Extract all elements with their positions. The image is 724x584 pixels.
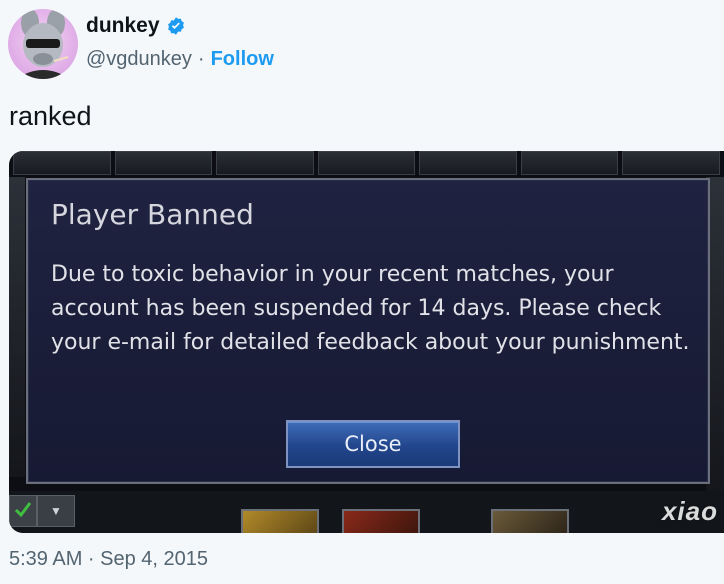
dialog-title: Player Banned: [51, 198, 254, 231]
handle[interactable]: @vgdunkey: [86, 48, 192, 71]
tile: [13, 151, 111, 175]
author-block: dunkey @vgdunkey · Follow: [86, 12, 274, 71]
tile: [419, 151, 517, 175]
champion-portrait[interactable]: [241, 509, 319, 533]
dialog-message: Due to toxic behavior in your recent mat…: [51, 262, 690, 355]
tweet-text: ranked: [9, 101, 92, 131]
background-tiles: [9, 151, 724, 175]
follow-button[interactable]: Follow: [211, 48, 274, 71]
dropdown-toggle[interactable]: ▼: [37, 495, 75, 527]
player-banned-dialog: Player Banned Due to toxic behavior in y…: [26, 178, 710, 484]
tile: [317, 151, 416, 175]
display-name-text[interactable]: dunkey: [86, 12, 160, 40]
handle-row: @vgdunkey · Follow: [86, 48, 274, 71]
tile: [520, 151, 619, 175]
left-panel: [9, 177, 25, 477]
tile: [114, 151, 213, 175]
display-name[interactable]: dunkey: [86, 12, 186, 40]
avatar-image: [16, 9, 70, 79]
champion-portrait[interactable]: [342, 509, 420, 533]
watermark: xiao: [661, 496, 718, 526]
check-icon: [14, 502, 32, 518]
avatar[interactable]: [8, 9, 78, 79]
tile: [622, 151, 721, 175]
tile: [216, 151, 314, 175]
separator: ·: [197, 48, 205, 70]
chevron-down-icon: ▼: [50, 504, 62, 518]
checkbox[interactable]: [9, 495, 37, 527]
verified-badge-icon: [167, 17, 184, 35]
tweet-media[interactable]: Player Banned Due to toxic behavior in y…: [9, 151, 724, 533]
timestamp[interactable]: 5:39 AM · Sep 4, 2015: [9, 548, 208, 571]
champion-portrait[interactable]: [491, 509, 569, 533]
close-button[interactable]: Close: [286, 420, 460, 468]
